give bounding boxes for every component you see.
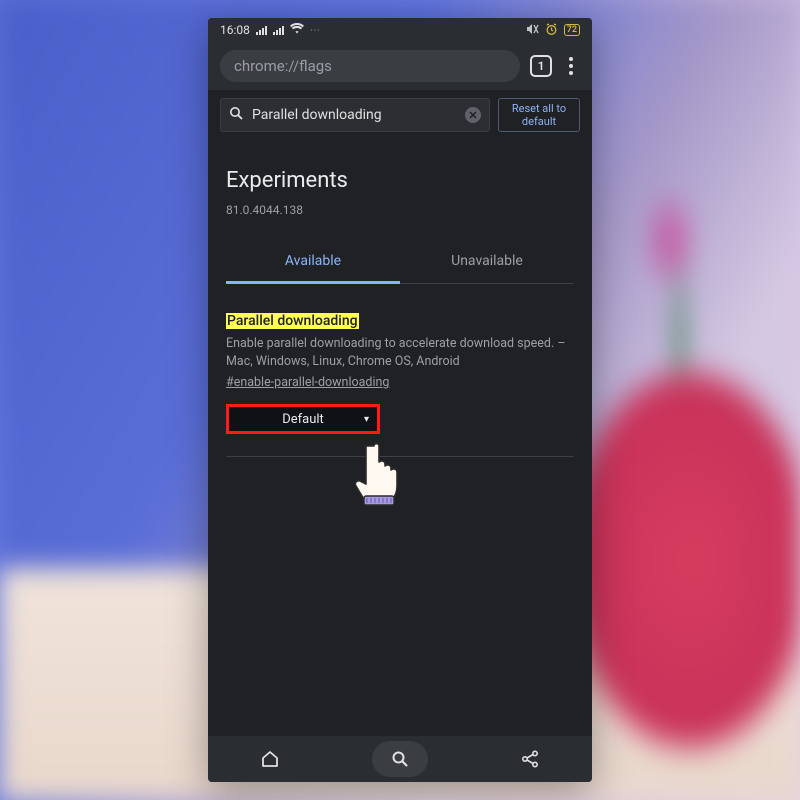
- wifi-icon: [290, 23, 304, 37]
- flag-title: Parallel downloading: [226, 313, 359, 329]
- search-query-text: Parallel downloading: [252, 107, 382, 123]
- tab-available-label: Available: [285, 253, 341, 269]
- nav-share-button[interactable]: [508, 741, 552, 777]
- battery-badge: 72: [564, 24, 580, 36]
- url-text: chrome://flags: [234, 57, 332, 75]
- phone-frame: 16:08 ⋯ 72 chrome://flags 1: [208, 18, 592, 782]
- tab-strip: Available Unavailable: [226, 243, 574, 284]
- browser-toolbar: chrome://flags 1: [208, 42, 592, 90]
- share-icon: [520, 749, 540, 769]
- flag-description: Enable parallel downloading to accelerat…: [226, 335, 574, 371]
- tab-unavailable-label: Unavailable: [451, 253, 523, 269]
- nav-home-button[interactable]: [248, 741, 292, 777]
- tab-count-value: 1: [538, 59, 545, 73]
- search-icon: [229, 106, 244, 125]
- status-time: 16:08: [220, 23, 250, 37]
- signal-icon-2: [273, 25, 284, 35]
- tab-switcher-button[interactable]: 1: [530, 55, 552, 77]
- status-bar: 16:08 ⋯ 72: [208, 18, 592, 42]
- flag-select-value: Default: [282, 412, 324, 427]
- flag-anchor-link[interactable]: #enable-parallel-downloading: [226, 375, 389, 390]
- tab-unavailable[interactable]: Unavailable: [400, 243, 574, 283]
- home-icon: [260, 749, 280, 769]
- flags-search-row: Parallel downloading ✕ Reset all to defa…: [208, 90, 592, 136]
- version-text: 81.0.4044.138: [226, 203, 574, 217]
- overflow-menu-button[interactable]: [562, 57, 580, 75]
- signal-icon: [256, 25, 267, 35]
- alarm-icon: [545, 23, 558, 38]
- more-status-icon: ⋯: [310, 25, 320, 36]
- clear-search-button[interactable]: ✕: [465, 107, 481, 123]
- search-icon: [391, 750, 409, 768]
- nav-search-button[interactable]: [372, 741, 428, 777]
- flag-select[interactable]: Default: [226, 404, 380, 434]
- tab-available[interactable]: Available: [226, 243, 400, 284]
- reset-all-button[interactable]: Reset all to default: [498, 98, 580, 132]
- reset-all-label: Reset all to default: [499, 102, 579, 128]
- flags-search-input[interactable]: Parallel downloading ✕: [220, 98, 490, 132]
- flags-content: Experiments 81.0.4044.138 Available Unav…: [208, 136, 592, 736]
- system-nav-bar: [208, 736, 592, 782]
- flag-item: Parallel downloading Enable parallel dow…: [226, 310, 574, 457]
- mute-icon: [525, 23, 539, 38]
- url-bar[interactable]: chrome://flags: [220, 50, 520, 82]
- page-title: Experiments: [226, 168, 574, 193]
